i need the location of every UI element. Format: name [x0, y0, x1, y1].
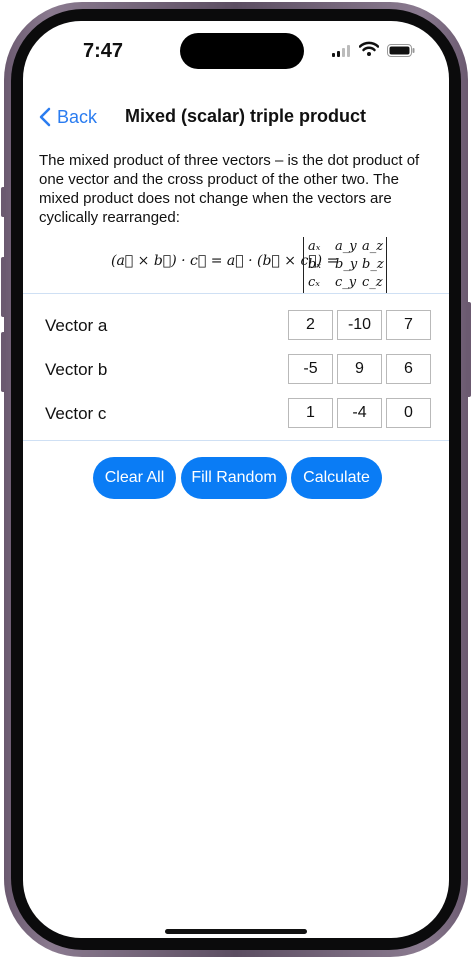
vector-label: Vector b	[45, 360, 108, 379]
back-button[interactable]: Back	[39, 101, 97, 133]
action-button	[1, 187, 6, 217]
fill-random-button[interactable]: Fill Random	[181, 457, 287, 499]
matrix-cell: b_y	[335, 257, 358, 272]
volume-up-button	[1, 257, 6, 317]
vector-a-y-input[interactable]: -10	[337, 310, 382, 340]
vector-label: Vector c	[45, 404, 107, 423]
matrix-cell: bₓ	[308, 257, 321, 272]
vector-c-x-input[interactable]: 1	[288, 398, 333, 428]
determinant-matrix: aₓ a_y a_z bₓ b_y b_z cₓ c_y c_z	[303, 237, 387, 293]
wifi-icon	[359, 41, 379, 56]
power-button	[466, 302, 471, 397]
screen: 7:47 Back Mixed (scalar) triple product	[23, 21, 449, 938]
status-time: 7:47	[83, 40, 124, 62]
matrix-cell: aₓ	[308, 239, 321, 254]
vector-row-a: Vector a 2 -10 7	[23, 310, 449, 342]
triple-product-formula: (a⃗ × b⃗) · c⃗ = a⃗ · (b⃗ × c⃗) = aₓ a_y…	[111, 233, 411, 295]
navigation-bar: Back Mixed (scalar) triple product	[23, 99, 449, 135]
calculate-button[interactable]: Calculate	[291, 457, 382, 499]
clear-all-button[interactable]: Clear All	[93, 457, 176, 499]
vector-b-y-input[interactable]: 9	[337, 354, 382, 384]
matrix-cell: b_z	[362, 257, 384, 272]
cellular-signal-icon	[332, 45, 350, 57]
back-label: Back	[57, 106, 98, 127]
vector-a-z-input[interactable]: 7	[386, 310, 431, 340]
chevron-left-icon	[39, 107, 51, 127]
matrix-cell: c_z	[362, 275, 383, 290]
dynamic-island	[180, 33, 304, 69]
matrix-cell: a_z	[362, 239, 384, 254]
volume-down-button	[1, 332, 6, 392]
vector-b-x-input[interactable]: -5	[288, 354, 333, 384]
description-text: The mixed product of three vectors – is …	[39, 152, 420, 226]
vector-c-y-input[interactable]: -4	[337, 398, 382, 428]
vector-label: Vector a	[45, 316, 108, 335]
status-bar: 7:47	[23, 21, 449, 81]
matrix-cell: a_y	[335, 239, 357, 254]
matrix-cell: cₓ	[308, 275, 320, 290]
home-indicator[interactable]	[165, 929, 307, 934]
battery-icon	[387, 44, 415, 57]
action-buttons: Clear All Fill Random Calculate	[23, 457, 449, 499]
matrix-cell: c_y	[335, 275, 357, 290]
vector-b-z-input[interactable]: 6	[386, 354, 431, 384]
vector-a-x-input[interactable]: 2	[288, 310, 333, 340]
vector-c-z-input[interactable]: 0	[386, 398, 431, 428]
vector-row-c: Vector c 1 -4 0	[23, 398, 449, 430]
vector-row-b: Vector b -5 9 6	[23, 354, 449, 386]
page-title: Mixed (scalar) triple product	[125, 106, 367, 126]
section-divider	[23, 293, 449, 294]
section-divider	[23, 440, 449, 441]
